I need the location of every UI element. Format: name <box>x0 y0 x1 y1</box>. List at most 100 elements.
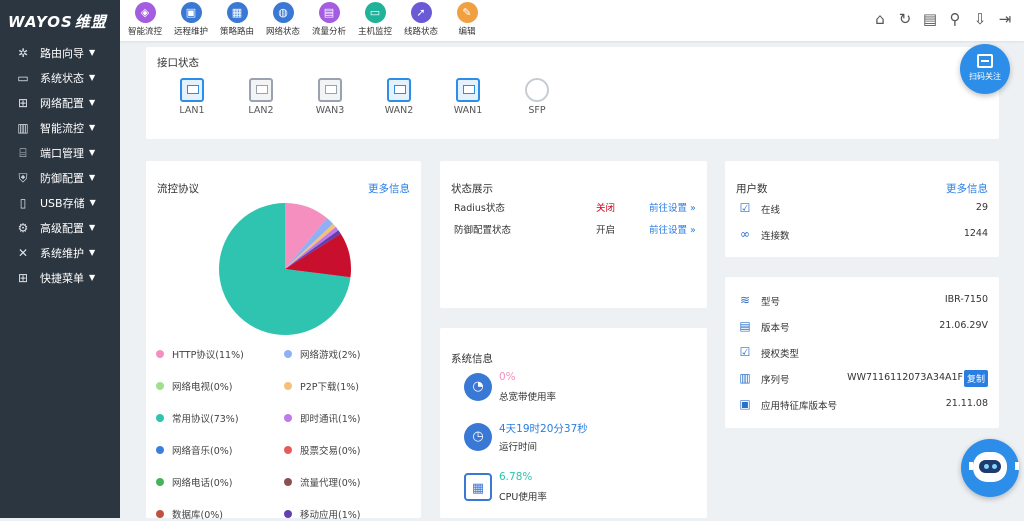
port-2[interactable]: WAN3 <box>305 78 355 116</box>
users-value: 1244 <box>963 228 988 239</box>
tools-icon: ✕ <box>17 245 29 260</box>
news-icon[interactable]: ▤ <box>919 8 941 30</box>
sidebar-item-label: 高级配置 <box>40 221 84 235</box>
nav-item-5[interactable]: ▭ 主机监控 <box>352 0 398 41</box>
sidebar-item-5[interactable]: ⛨ 防御配置 ▼ <box>0 165 120 190</box>
sidebar-item-3[interactable]: ▥ 智能流控 ▼ <box>0 115 120 140</box>
chevron-down-icon: ▼ <box>89 48 96 57</box>
toolbar: ⌂ ↻ ▤ ⚲ ⇩ ⇥ <box>866 8 1016 30</box>
chart-icon: ▥ <box>17 120 29 135</box>
users-title: 用户数 <box>736 183 768 195</box>
robot-icon <box>969 452 1019 482</box>
legend-swatch <box>284 446 292 454</box>
port-3[interactable]: WAN2 <box>374 78 424 116</box>
download-icon[interactable]: ⇩ <box>969 8 991 30</box>
document-icon: ▤ <box>739 319 751 333</box>
system-value: 4天19时20分37秒 <box>499 423 588 435</box>
legend-item: 网络音乐(0%) <box>156 443 232 457</box>
port-icon: ⌸ <box>19 145 27 160</box>
status-state: 关闭 <box>596 203 616 214</box>
home-icon[interactable]: ⌂ <box>869 8 891 30</box>
copy-serial-button[interactable]: 复制 <box>963 370 988 387</box>
nav-label: 主机监控 <box>357 27 392 37</box>
chevron-down-icon: ▼ <box>89 148 96 157</box>
legend-label: 网络音乐(0%) <box>172 446 233 457</box>
nav-label: 智能流控 <box>127 27 162 37</box>
scan-follow-button[interactable]: 扫码关注 <box>960 44 1010 94</box>
legend-swatch <box>156 510 164 518</box>
nav-item-0[interactable]: ◈ 智能流控 <box>122 0 168 41</box>
remote-maintenance-icon: ▣ <box>180 2 202 23</box>
sidebar-item-label: 防御配置 <box>40 171 84 185</box>
port-label: SFP <box>528 105 546 116</box>
system-label: CPU使用率 <box>499 492 547 503</box>
system-value: 6.78% <box>499 471 533 483</box>
chevron-down-icon: ▼ <box>89 273 96 282</box>
nav-item-2[interactable]: ▦ 策略路由 <box>214 0 260 41</box>
users-label: 在线 <box>761 205 781 216</box>
sidebar-item-0[interactable]: ✲ 路由向导 ▼ <box>0 40 120 65</box>
legend-swatch <box>156 446 164 454</box>
system-value: 0% <box>499 371 516 383</box>
host-monitor-icon: ▭ <box>364 2 386 23</box>
nav-item-3[interactable]: ◍ 网络状态 <box>260 0 306 41</box>
gear-icon: ⚙ <box>17 220 29 235</box>
link-icon: ∞ <box>740 227 750 241</box>
port-4[interactable]: WAN1 <box>443 78 493 116</box>
sidebar-item-label: 端口管理 <box>40 146 84 160</box>
sidebar-item-1[interactable]: ▭ 系统状态 ▼ <box>0 65 120 90</box>
chevron-down-icon: ▼ <box>89 173 96 182</box>
port-0[interactable]: LAN1 <box>167 78 217 116</box>
logout-icon[interactable]: ⇥ <box>994 8 1016 30</box>
legend-swatch <box>156 382 164 390</box>
search-icon[interactable]: ⚲ <box>944 8 966 30</box>
protocol-more-link[interactable]: 更多信息 <box>368 181 410 196</box>
status-card: 状态展示 Radius状态 关闭 前往设置 » 防御配置状态 开启 前往设置 » <box>440 161 707 308</box>
sidebar-item-8[interactable]: ✕ 系统维护 ▼ <box>0 240 120 265</box>
legend-swatch <box>284 478 292 486</box>
legend-item: 网络游戏(2%) <box>284 347 360 361</box>
goto-settings-link[interactable]: 前往设置 » <box>649 200 696 214</box>
goto-settings-link[interactable]: 前往设置 » <box>649 222 696 236</box>
ethernet-port-icon <box>387 78 411 102</box>
nav-item-1[interactable]: ▣ 远程维护 <box>168 0 214 41</box>
ethernet-port-icon <box>318 78 342 102</box>
usb-icon: ▯ <box>19 195 27 210</box>
device-value: WW7116112073A34A1F <box>847 372 963 383</box>
legend-item: 网络电视(0%) <box>156 379 232 393</box>
device-info-card: ≋ 型号 IBR-7150 ▤ 版本号 21.06.29V ☑ 授权类型 ▥ 序列号 WW71161… <box>725 277 999 428</box>
chevron-down-icon: ▼ <box>89 223 96 232</box>
users-more-link[interactable]: 更多信息 <box>946 181 988 196</box>
nav-item-4[interactable]: ▤ 流量分析 <box>306 0 352 41</box>
device-label: 型号 <box>761 297 781 308</box>
nav-item-7[interactable]: ✎ 编辑 <box>444 0 490 41</box>
port-1[interactable]: LAN2 <box>236 78 286 116</box>
port-status-title: 接口状态 <box>157 57 199 69</box>
checklist-icon: ☑ <box>739 345 751 359</box>
nav-item-6[interactable]: ➚ 线路状态 <box>398 0 444 41</box>
sidebar-item-9[interactable]: ⊞ 快捷菜单 ▼ <box>0 265 120 290</box>
policy-route-icon: ▦ <box>226 2 248 23</box>
online-icon: ☑ <box>739 201 751 215</box>
sidebar-item-4[interactable]: ⌸ 端口管理 ▼ <box>0 140 120 165</box>
sidebar-item-2[interactable]: ⊞ 网络配置 ▼ <box>0 90 120 115</box>
legend-item: 流量代理(0%) <box>284 475 360 489</box>
port-label: WAN3 <box>315 105 345 116</box>
nav-label: 编辑 <box>458 27 476 37</box>
refresh-icon[interactable]: ↻ <box>894 8 916 30</box>
device-value: 21.11.08 <box>945 398 988 409</box>
port-5[interactable]: SFP <box>512 78 562 116</box>
legend-swatch <box>284 350 292 358</box>
chevron-down-icon: ▼ <box>89 98 96 107</box>
sidebar-item-label: 系统状态 <box>40 71 84 85</box>
legend-label: 网络电话(0%) <box>172 478 233 489</box>
device-label: 版本号 <box>761 323 790 334</box>
sidebar-item-7[interactable]: ⚙ 高级配置 ▼ <box>0 215 120 240</box>
legend-item: P2P下载(1%) <box>284 379 359 393</box>
sidebar-item-6[interactable]: ▯ USB存储 ▼ <box>0 190 120 215</box>
chevron-down-icon: ▼ <box>89 198 96 207</box>
support-robot-button[interactable] <box>961 439 1019 497</box>
nav-label: 网络状态 <box>265 27 300 37</box>
network-config-icon: ⊞ <box>17 95 29 110</box>
network-status-icon: ◍ <box>272 2 294 23</box>
